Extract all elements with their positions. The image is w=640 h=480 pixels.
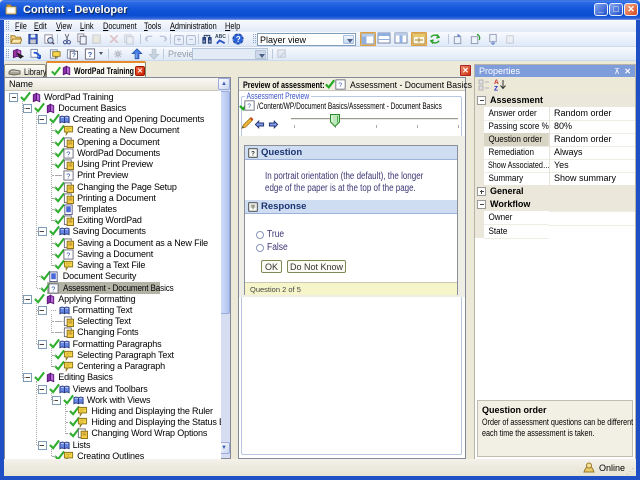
svg-text:?: ?: [66, 172, 70, 181]
svg-text:?: ?: [66, 149, 70, 158]
svg-text:?: ?: [236, 35, 241, 44]
svg-text:?: ?: [52, 284, 56, 293]
svg-text:?: ?: [66, 250, 70, 259]
svg-text:?: ?: [72, 52, 76, 59]
svg-text:Z: Z: [494, 86, 498, 92]
svg-text:?: ?: [338, 82, 342, 89]
svg-text:?: ?: [251, 150, 255, 157]
svg-text:ABC: ABC: [215, 34, 226, 40]
svg-text:?: ?: [88, 50, 93, 59]
svg-text:?: ?: [247, 103, 251, 110]
